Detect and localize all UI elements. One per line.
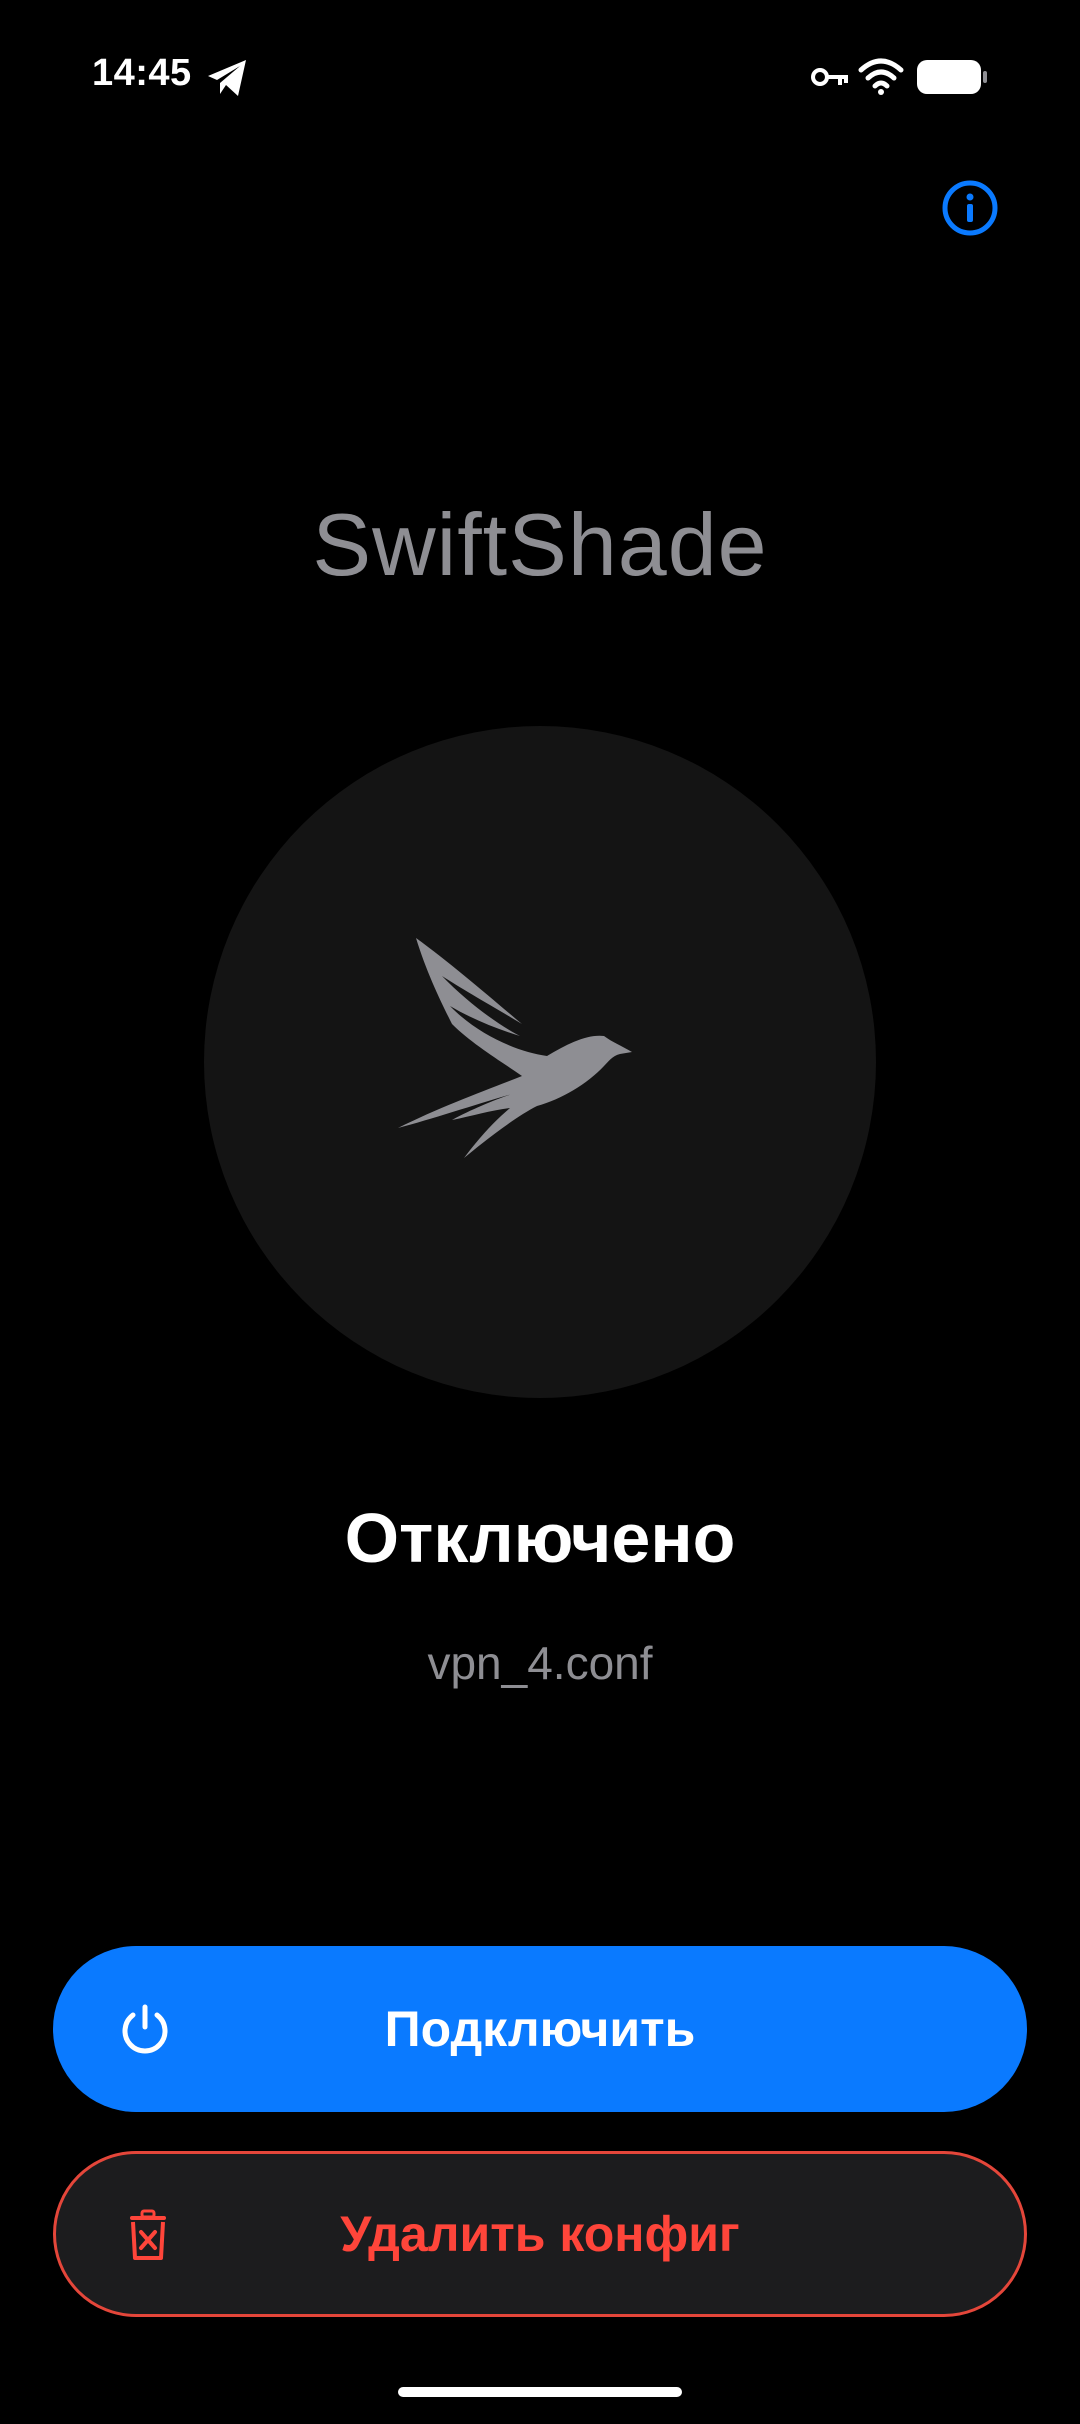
telegram-icon: [208, 60, 246, 96]
status-bar: 14:45: [0, 0, 1080, 150]
delete-config-button[interactable]: Удалить конфиг: [53, 2151, 1027, 2317]
connect-button[interactable]: Подключить: [53, 1946, 1027, 2112]
connect-button-label: Подключить: [384, 2001, 696, 2057]
swift-bird-icon: [398, 938, 632, 1158]
battery-icon: [917, 60, 987, 94]
status-time: 14:45: [92, 52, 192, 94]
app-title: SwiftShade: [312, 495, 768, 594]
home-indicator[interactable]: [398, 2387, 682, 2397]
wifi-icon: [858, 58, 904, 95]
connect-toggle-circle[interactable]: [204, 726, 876, 1398]
delete-config-button-label: Удалить конфиг: [340, 2206, 740, 2262]
config-name: vpn_4.conf: [427, 1637, 653, 1689]
vpn-key-icon: [811, 68, 848, 86]
info-icon: [942, 180, 998, 236]
info-button[interactable]: [940, 178, 1000, 238]
connection-status: Отключено: [344, 1499, 736, 1577]
